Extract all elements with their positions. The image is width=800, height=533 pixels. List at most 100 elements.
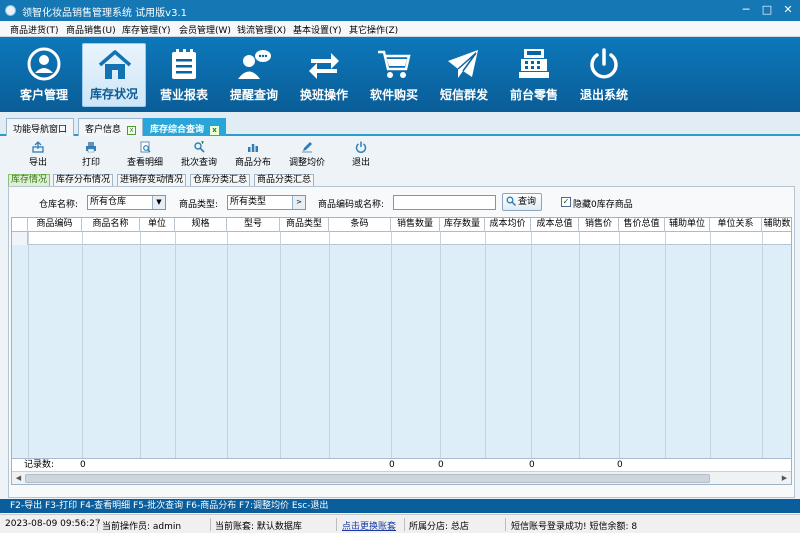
chat-user-icon <box>238 50 271 79</box>
inventory-grid: 商品编码 商品名称 单位 规格 型号 商品类型 条码 销售数量 库存数量 成本均… <box>11 217 792 485</box>
status-divider <box>97 518 98 531</box>
batch-query-button[interactable]: 批次查询 <box>178 141 220 171</box>
grid-corner <box>12 218 28 232</box>
column-header[interactable]: 销售价 <box>579 218 619 232</box>
row-indicator <box>12 232 28 245</box>
product-distribution-button[interactable]: 商品分布 <box>232 141 274 171</box>
export-button[interactable]: 导出 <box>26 141 50 171</box>
business-report-button[interactable]: 营业报表 <box>152 43 216 107</box>
column-header[interactable]: 售价总值 <box>619 218 665 232</box>
scroll-left-icon[interactable]: ◀ <box>13 473 24 484</box>
inventory-status-button[interactable]: 库存状况 <box>82 43 146 107</box>
column-header[interactable]: 库存数量 <box>440 218 485 232</box>
inventory-status-label: 库存状况 <box>89 87 138 101</box>
product-distribution-label: 商品分布 <box>234 158 271 168</box>
software-purchase-button[interactable]: 软件购买 <box>362 43 426 107</box>
menu-cashflow[interactable]: 钱流管理(X) <box>237 23 286 36</box>
menu-other[interactable]: 其它操作(Z) <box>349 23 398 36</box>
subtab-category-summary[interactable]: 商品分类汇总 <box>254 174 315 186</box>
column-divider <box>391 232 392 458</box>
code-or-name-input[interactable] <box>393 195 496 210</box>
column-header[interactable]: 商品类型 <box>280 218 329 232</box>
column-header[interactable]: 辅助数 <box>762 218 791 232</box>
batch-query-label: 批次查询 <box>180 158 217 168</box>
column-divider <box>329 232 330 458</box>
column-divider <box>28 232 29 458</box>
cash-register-icon <box>519 49 549 78</box>
menu-members[interactable]: 会员管理(W) <box>179 23 231 36</box>
query-button-label: 查询 <box>518 197 537 207</box>
column-header[interactable]: 成本总值 <box>531 218 579 232</box>
software-purchase-label: 软件购买 <box>369 88 418 102</box>
menu-inventory[interactable]: 库存管理(Y) <box>122 23 171 36</box>
column-divider <box>227 232 228 458</box>
print-label: 打印 <box>81 158 100 168</box>
status-operator: 当前操作员: admin <box>102 522 182 532</box>
maximize-button[interactable]: □ <box>759 2 775 18</box>
warehouse-select-value: 所有仓库 <box>90 197 127 207</box>
picker-arrow-icon: > <box>292 196 305 209</box>
tab-close-icon[interactable]: x <box>127 126 137 135</box>
exit-button[interactable]: 退出 <box>349 141 373 171</box>
reminder-query-label: 提醒查询 <box>229 88 278 102</box>
customer-management-label: 客户管理 <box>19 88 68 102</box>
column-header[interactable]: 商品编码 <box>28 218 82 232</box>
subtab-stock-distribution[interactable]: 库存分布情况 <box>53 174 114 186</box>
status-divider <box>404 518 405 531</box>
tab-inventory-query[interactable]: 库存综合查询 x <box>143 118 227 136</box>
column-divider <box>579 232 580 458</box>
column-header[interactable]: 规格 <box>175 218 227 232</box>
view-detail-label: 查看明细 <box>126 158 163 168</box>
customer-management-button[interactable]: 客户管理 <box>12 43 76 107</box>
scroll-right-icon[interactable]: ▶ <box>779 473 790 484</box>
tab-close-icon[interactable]: x <box>210 126 220 135</box>
hide-zero-stock-checkbox[interactable]: ✓ <box>561 197 571 207</box>
tab-customer-info[interactable]: 客户信息 x <box>78 118 144 136</box>
column-header[interactable]: 成本均价 <box>485 218 531 232</box>
column-header[interactable]: 单位 <box>140 218 175 232</box>
menu-sales[interactable]: 商品销售(U) <box>66 23 116 36</box>
product-type-select[interactable]: 所有类型 > <box>227 195 306 210</box>
column-header[interactable]: 销售数量 <box>391 218 440 232</box>
menu-purchase[interactable]: 商品进货(T) <box>10 23 59 36</box>
column-header[interactable]: 辅助单位 <box>665 218 710 232</box>
swap-arrows-icon <box>309 53 339 79</box>
column-header[interactable]: 条码 <box>329 218 391 232</box>
tab-navigation[interactable]: 功能导航窗口 <box>6 118 75 136</box>
reminder-query-button[interactable]: 提醒查询 <box>222 43 286 107</box>
subtab-warehouse-summary[interactable]: 仓库分类汇总 <box>190 174 251 186</box>
pencil-icon <box>302 142 312 153</box>
column-divider <box>175 232 176 458</box>
close-button[interactable]: ✕ <box>780 2 796 18</box>
power-icon <box>355 141 367 153</box>
column-divider <box>710 232 711 458</box>
status-sms: 短信账号登录成功! 短信余额: 8 <box>511 522 638 532</box>
column-header[interactable]: 单位关系 <box>710 218 762 232</box>
subtab-stock-movement[interactable]: 进销存变动情况 <box>117 174 187 186</box>
warehouse-select[interactable]: 所有仓库 ▼ <box>87 195 166 210</box>
calendar-icon <box>172 49 196 79</box>
adjust-average-price-button[interactable]: 调整均价 <box>286 141 328 171</box>
retail-pos-button[interactable]: 前台零售 <box>502 43 566 107</box>
minimize-button[interactable]: ─ <box>738 2 754 18</box>
query-button[interactable]: 查询 <box>502 193 543 211</box>
view-detail-button[interactable]: 查看明细 <box>124 141 166 171</box>
exit-system-button[interactable]: 退出系统 <box>572 43 636 107</box>
sms-broadcast-button[interactable]: 短信群发 <box>432 43 496 107</box>
subtab-stock-status[interactable]: 库存情况 <box>8 174 51 186</box>
print-button[interactable]: 打印 <box>79 141 103 171</box>
product-type-label: 商品类型: <box>179 200 219 210</box>
column-header[interactable]: 型号 <box>227 218 280 232</box>
menu-settings[interactable]: 基本设置(Y) <box>293 23 342 36</box>
export-label: 导出 <box>28 158 47 168</box>
shift-change-button[interactable]: 换班操作 <box>292 43 356 107</box>
code-or-name-label: 商品编码或名称: <box>318 200 385 210</box>
shift-change-label: 换班操作 <box>299 88 348 102</box>
column-header[interactable]: 商品名称 <box>82 218 140 232</box>
search-icon <box>506 196 516 206</box>
horizontal-scrollbar[interactable]: ◀ ▶ <box>12 471 791 484</box>
scrollbar-thumb[interactable] <box>25 474 710 483</box>
grid-header: 商品编码 商品名称 单位 规格 型号 商品类型 条码 销售数量 库存数量 成本均… <box>12 218 791 232</box>
switch-account-link[interactable]: 点击更换账套 <box>342 519 396 532</box>
exit-label: 退出 <box>351 158 370 168</box>
